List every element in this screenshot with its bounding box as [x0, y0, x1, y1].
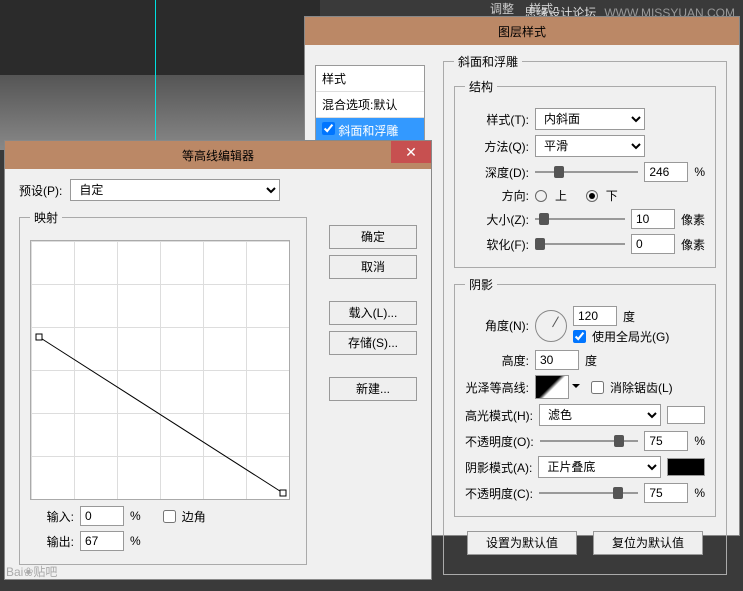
size-label: 大小(Z): — [465, 211, 529, 228]
gloss-contour-picker[interactable] — [535, 375, 569, 399]
pct5: % — [130, 534, 141, 548]
shadow-opacity-slider[interactable] — [539, 484, 638, 502]
highlight-opacity-slider[interactable] — [540, 432, 639, 450]
bevel-emboss-checkbox[interactable] — [322, 122, 335, 135]
structure-fieldset: 结构 样式(T): 内斜面 方法(Q): 平滑 深度(D): % 方向: — [454, 78, 716, 268]
new-button[interactable]: 新建... — [329, 377, 417, 401]
technique-select[interactable]: 平滑 — [535, 135, 645, 157]
preset-select[interactable]: 自定 — [70, 179, 280, 201]
shading-legend: 阴影 — [465, 276, 497, 293]
bottom-watermark: Bai❀贴吧 — [6, 563, 57, 580]
altitude-label: 高度: — [465, 352, 529, 369]
depth-slider[interactable] — [535, 163, 638, 181]
style-label: 样式(T): — [465, 111, 529, 128]
save-button[interactable]: 存储(S)... — [329, 331, 417, 355]
shadow-opacity-input[interactable] — [644, 483, 688, 503]
output-label: 输出: — [30, 533, 74, 550]
shadow-mode-select[interactable]: 正片叠底 — [538, 456, 661, 478]
antialias-label: 消除锯齿(L) — [610, 379, 673, 396]
soften-slider[interactable] — [535, 235, 625, 253]
bevel-fieldset: 斜面和浮雕 结构 样式(T): 内斜面 方法(Q): 平滑 深度(D): % — [443, 53, 727, 575]
layer-style-titlebar[interactable]: 图层样式 — [305, 17, 739, 45]
shadow-color-swatch[interactable] — [667, 458, 705, 476]
guide-line — [155, 0, 156, 150]
tab-adjust[interactable]: 调整 — [490, 2, 514, 16]
output-value[interactable] — [80, 531, 124, 551]
angle-input[interactable] — [573, 306, 617, 326]
gradient-preview — [0, 75, 320, 150]
shading-fieldset: 阴影 角度(N): 度 使用全局光(G) — [454, 276, 716, 517]
soften-label: 软化(F): — [465, 236, 529, 253]
direction-down-radio[interactable] — [586, 190, 598, 202]
preset-label: 预设(P): — [19, 182, 62, 199]
make-default-button[interactable]: 设置为默认值 — [467, 531, 577, 555]
direction-up-radio[interactable] — [535, 190, 547, 202]
load-button[interactable]: 载入(L)... — [329, 301, 417, 325]
global-light-label: 使用全局光(G) — [592, 328, 669, 345]
background-panel — [0, 0, 320, 150]
bevel-legend: 斜面和浮雕 — [454, 53, 522, 70]
structure-legend: 结构 — [465, 78, 497, 95]
reset-default-button[interactable]: 复位为默认值 — [593, 531, 703, 555]
input-label: 输入: — [30, 508, 74, 525]
highlight-mode-label: 高光模式(H): — [465, 407, 533, 424]
depth-input[interactable] — [644, 162, 688, 182]
down-label: 下 — [606, 187, 618, 204]
layer-style-title: 图层样式 — [498, 23, 546, 40]
close-icon[interactable]: ✕ — [391, 141, 431, 163]
styles-list: 样式 混合选项:默认 斜面和浮雕 — [315, 65, 425, 145]
size-input[interactable] — [631, 209, 675, 229]
mapping-fieldset: 映射 输入: % 边角 输出: % — [19, 209, 307, 565]
px-label2: 像素 — [681, 236, 705, 253]
cancel-button[interactable]: 取消 — [329, 255, 417, 279]
deg-label2: 度 — [585, 352, 597, 369]
shadow-mode-label: 阴影模式(A): — [465, 459, 532, 476]
blend-options-item[interactable]: 混合选项:默认 — [316, 92, 424, 118]
styles-header: 样式 — [316, 66, 424, 92]
highlight-color-swatch[interactable] — [667, 406, 705, 424]
deg-label: 度 — [623, 308, 635, 325]
pct3: % — [694, 486, 705, 500]
up-label: 上 — [555, 187, 567, 204]
highlight-opacity-input[interactable] — [644, 431, 688, 451]
angle-dial[interactable] — [535, 310, 567, 342]
technique-label: 方法(Q): — [465, 138, 529, 155]
contour-editor-window: 等高线编辑器 ✕ 预设(P): 自定 确定 取消 载入(L)... 存储(S).… — [4, 140, 432, 580]
corner-checkbox[interactable] — [163, 510, 176, 523]
pct-label: % — [694, 165, 705, 179]
style-select[interactable]: 内斜面 — [535, 108, 645, 130]
pct4: % — [130, 509, 141, 523]
angle-label: 角度(N): — [465, 317, 529, 334]
soften-input[interactable] — [631, 234, 675, 254]
mapping-legend: 映射 — [30, 209, 62, 226]
shadow-opacity-label: 不透明度(C): — [465, 485, 533, 502]
px-label: 像素 — [681, 211, 705, 228]
corner-label: 边角 — [182, 508, 206, 525]
highlight-mode-select[interactable]: 滤色 — [539, 404, 661, 426]
ok-button[interactable]: 确定 — [329, 225, 417, 249]
input-value[interactable] — [80, 506, 124, 526]
buttons-column: 确定 取消 载入(L)... 存储(S)... 新建... — [329, 219, 417, 407]
altitude-input[interactable] — [535, 350, 579, 370]
size-slider[interactable] — [535, 210, 625, 228]
depth-label: 深度(D): — [465, 164, 529, 181]
gloss-contour-label: 光泽等高线: — [465, 379, 529, 396]
curve-editor[interactable] — [30, 240, 290, 500]
global-light-checkbox[interactable] — [573, 330, 586, 343]
direction-label: 方向: — [465, 187, 529, 204]
contour-title: 等高线编辑器 — [182, 147, 254, 164]
bevel-emboss-label: 斜面和浮雕 — [338, 124, 398, 138]
contour-titlebar[interactable]: 等高线编辑器 ✕ — [5, 141, 431, 169]
antialias-checkbox[interactable] — [591, 381, 604, 394]
pct2: % — [694, 434, 705, 448]
highlight-opacity-label: 不透明度(O): — [465, 433, 534, 450]
